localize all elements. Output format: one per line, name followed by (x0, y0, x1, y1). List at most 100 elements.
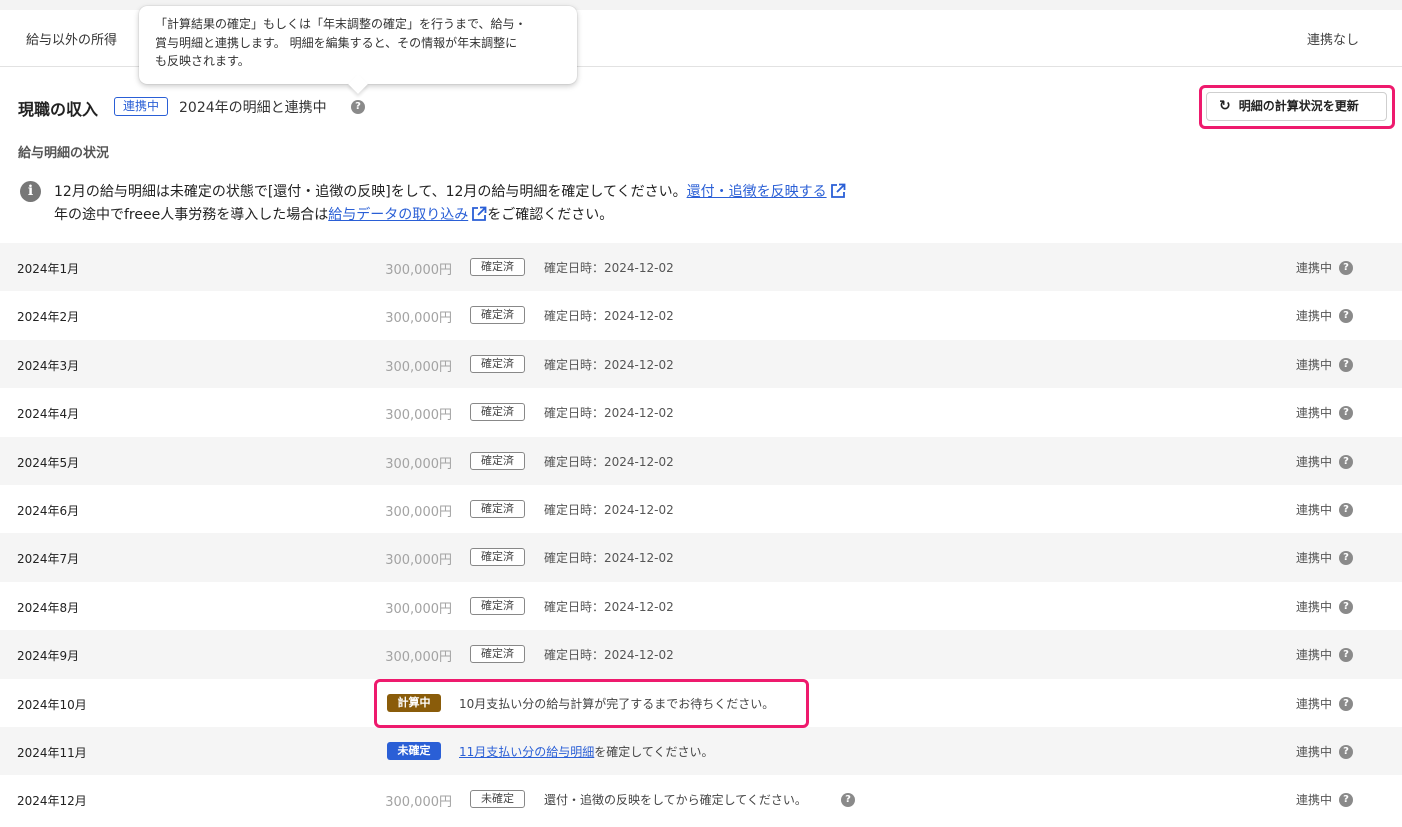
confirmed-date: 確定日時：2024-12-02 (544, 357, 674, 372)
help-icon[interactable]: ? (1339, 599, 1353, 614)
notice-line1: 12月の給与明細は未確定の状態で[還付・追徴の反映]をして、12月の給与明細を確… (54, 184, 687, 200)
month-label: 2024年9月 (17, 649, 80, 664)
sync-status: 連携中 (1295, 648, 1332, 663)
help-icon[interactable]: ? (1339, 744, 1353, 759)
confirmed-date: 確定日時：2024-12-02 (544, 599, 674, 614)
month-label: 2024年6月 (17, 503, 80, 518)
help-icon[interactable]: ? (1339, 454, 1353, 469)
table-row: 2024年6月 300,000円 確定済 確定日時：2024-12-02 連携中… (0, 484, 1402, 534)
sync-status: 連携中 (1295, 406, 1332, 421)
sync-status: 連携中 (1295, 357, 1332, 372)
other-income-status: 連携なし (1306, 33, 1359, 48)
status-badge: 確定済 (470, 548, 525, 567)
sync-status-badge: 連携中 (114, 97, 169, 116)
sync-status: 連携中 (1295, 454, 1332, 469)
sync-status: 連携中 (1295, 744, 1332, 759)
status-badge: 確定済 (470, 403, 525, 422)
amount: 300,000円 (385, 359, 452, 375)
help-icon[interactable]: ? (1339, 793, 1353, 808)
confirmed-date: 確定日時：2024-12-02 (544, 261, 674, 275)
sync-status: 連携中 (1295, 309, 1332, 324)
table-row: 2024年11月 未確定 11月支払い分の給与明細を確定してください。 連携中 … (0, 726, 1402, 776)
help-icon[interactable]: ? (1339, 648, 1353, 663)
tooltip-line: も反映されます。 (155, 54, 250, 68)
table-row: 2024年3月 300,000円 確定済 確定日時：2024-12-02 連携中… (0, 339, 1402, 389)
help-icon[interactable]: ? (1339, 551, 1353, 566)
help-icon[interactable]: ? (1339, 406, 1353, 421)
unconfirmed-message-after: を確定してください。 (594, 744, 714, 759)
other-income-label: 給与以外の所得 (26, 33, 118, 48)
info-icon: i (20, 181, 41, 202)
month-label: 2024年2月 (17, 310, 80, 325)
refresh-button-label: 明細の計算状況を更新 (1238, 99, 1359, 113)
table-row: 2024年4月 300,000円 確定済 確定日時：2024-12-02 連携中… (0, 388, 1402, 437)
confirmed-date: 確定日時：2024-12-02 (544, 648, 674, 663)
status-badge: 確定済 (470, 354, 525, 373)
help-icon[interactable]: ? (1339, 357, 1353, 372)
month-label: 2024年10月 (17, 697, 87, 712)
month-label: 2024年7月 (17, 552, 80, 567)
confirmed-date: 確定日時：2024-12-02 (544, 551, 674, 566)
confirmed-date: 確定日時：2024-12-02 (544, 454, 674, 469)
table-row: 2024年9月 300,000円 確定済 確定日時：2024-12-02 連携中… (0, 630, 1402, 679)
confirmed-date: 確定日時：2024-12-02 (544, 406, 674, 421)
month-label: 2024年12月 (17, 794, 87, 809)
sync-status: 連携中 (1295, 551, 1332, 566)
notice-line2-after: をご確認ください。 (487, 207, 614, 223)
amount: 300,000円 (385, 311, 452, 327)
amount: 300,000円 (385, 504, 452, 520)
table-row: 2024年7月 300,000円 確定済 確定日時：2024-12-02 連携中… (0, 533, 1402, 582)
help-icon[interactable]: ? (351, 100, 365, 114)
notice-text: 12月の給与明細は未確定の状態で[還付・追徴の反映]をして、12月の給与明細を確… (54, 181, 846, 227)
table-row: 2024年2月 300,000円 確定済 確定日時：2024-12-02 連携中… (0, 291, 1402, 340)
payslip-list: 2024年1月 300,000円 確定済 確定日時：2024-12-02 連携中… (0, 243, 1402, 824)
sync-status: 連携中 (1295, 599, 1332, 614)
sync-status: 連携中 (1295, 793, 1332, 808)
external-link-icon[interactable] (471, 206, 487, 222)
november-payslip-link[interactable]: 11月支払い分の給与明細 (459, 745, 594, 759)
status-badge: 未確定 (470, 790, 525, 809)
amount: 300,000円 (385, 553, 452, 569)
confirmed-date: 確定日時：2024-12-02 (544, 502, 674, 517)
unconfirmed-badge: 未確定 (387, 741, 441, 760)
section-title: 現職の収入 (18, 100, 99, 119)
table-row: 2024年5月 300,000円 確定済 確定日時：2024-12-02 連携中… (0, 436, 1402, 485)
amount: 300,000円 (385, 601, 452, 617)
amount: 300,000円 (385, 650, 452, 666)
help-icon[interactable]: ? (841, 793, 855, 808)
sync-status-text: 2024年の明細と連携中 (179, 100, 327, 116)
sync-status: 連携中 (1295, 261, 1332, 275)
help-icon[interactable]: ? (1339, 261, 1353, 275)
amount: 300,000円 (385, 795, 452, 811)
calculating-highlight (374, 679, 809, 728)
table-row: 2024年1月 300,000円 確定済 確定日時：2024-12-02 連携中… (0, 243, 1402, 292)
amount: 300,000円 (385, 263, 452, 278)
help-icon[interactable]: ? (1339, 696, 1353, 711)
refresh-calculation-button[interactable]: ↻ 明細の計算状況を更新 (1206, 92, 1387, 121)
sync-tooltip: 「計算結果の確定」もしくは「年末調整の確定」を行うまで、給与・ 賞与明細と連携し… (139, 6, 577, 94)
reflect-refund-link[interactable]: 還付・追徴を反映する (687, 184, 827, 200)
status-badge: 確定済 (470, 306, 525, 325)
table-row: 2024年12月 300,000円 未確定 還付・追徴の反映をしてから確定してく… (0, 775, 1402, 824)
month-label: 2024年1月 (17, 262, 80, 276)
month-label: 2024年3月 (17, 358, 80, 373)
refresh-icon: ↻ (1219, 98, 1231, 114)
amount: 300,000円 (385, 408, 452, 424)
notice-line2-before: 年の途中でfreee人事労務を導入した場合は (54, 207, 329, 223)
month-label: 2024年4月 (17, 407, 80, 422)
amount: 300,000円 (385, 456, 452, 472)
help-icon[interactable]: ? (1339, 309, 1353, 324)
sync-status: 連携中 (1295, 696, 1332, 711)
unconfirmed-message: 11月支払い分の給与明細を確定してください。 (459, 743, 714, 760)
import-salary-data-link[interactable]: 給与データの取り込み (328, 207, 468, 223)
refund-reflect-message: 還付・追徴の反映をしてから確定してください。 (544, 793, 807, 808)
help-icon[interactable]: ? (1339, 502, 1353, 517)
status-badge: 確定済 (470, 499, 525, 518)
external-link-icon[interactable] (830, 183, 846, 199)
table-row: 2024年8月 300,000円 確定済 確定日時：2024-12-02 連携中… (0, 581, 1402, 631)
confirmed-date: 確定日時：2024-12-02 (544, 309, 674, 324)
month-label: 2024年11月 (17, 745, 87, 760)
tooltip-line: 「計算結果の確定」もしくは「年末調整の確定」を行うまで、給与・ (155, 17, 527, 31)
month-label: 2024年5月 (17, 455, 80, 470)
status-badge: 確定済 (470, 596, 525, 615)
